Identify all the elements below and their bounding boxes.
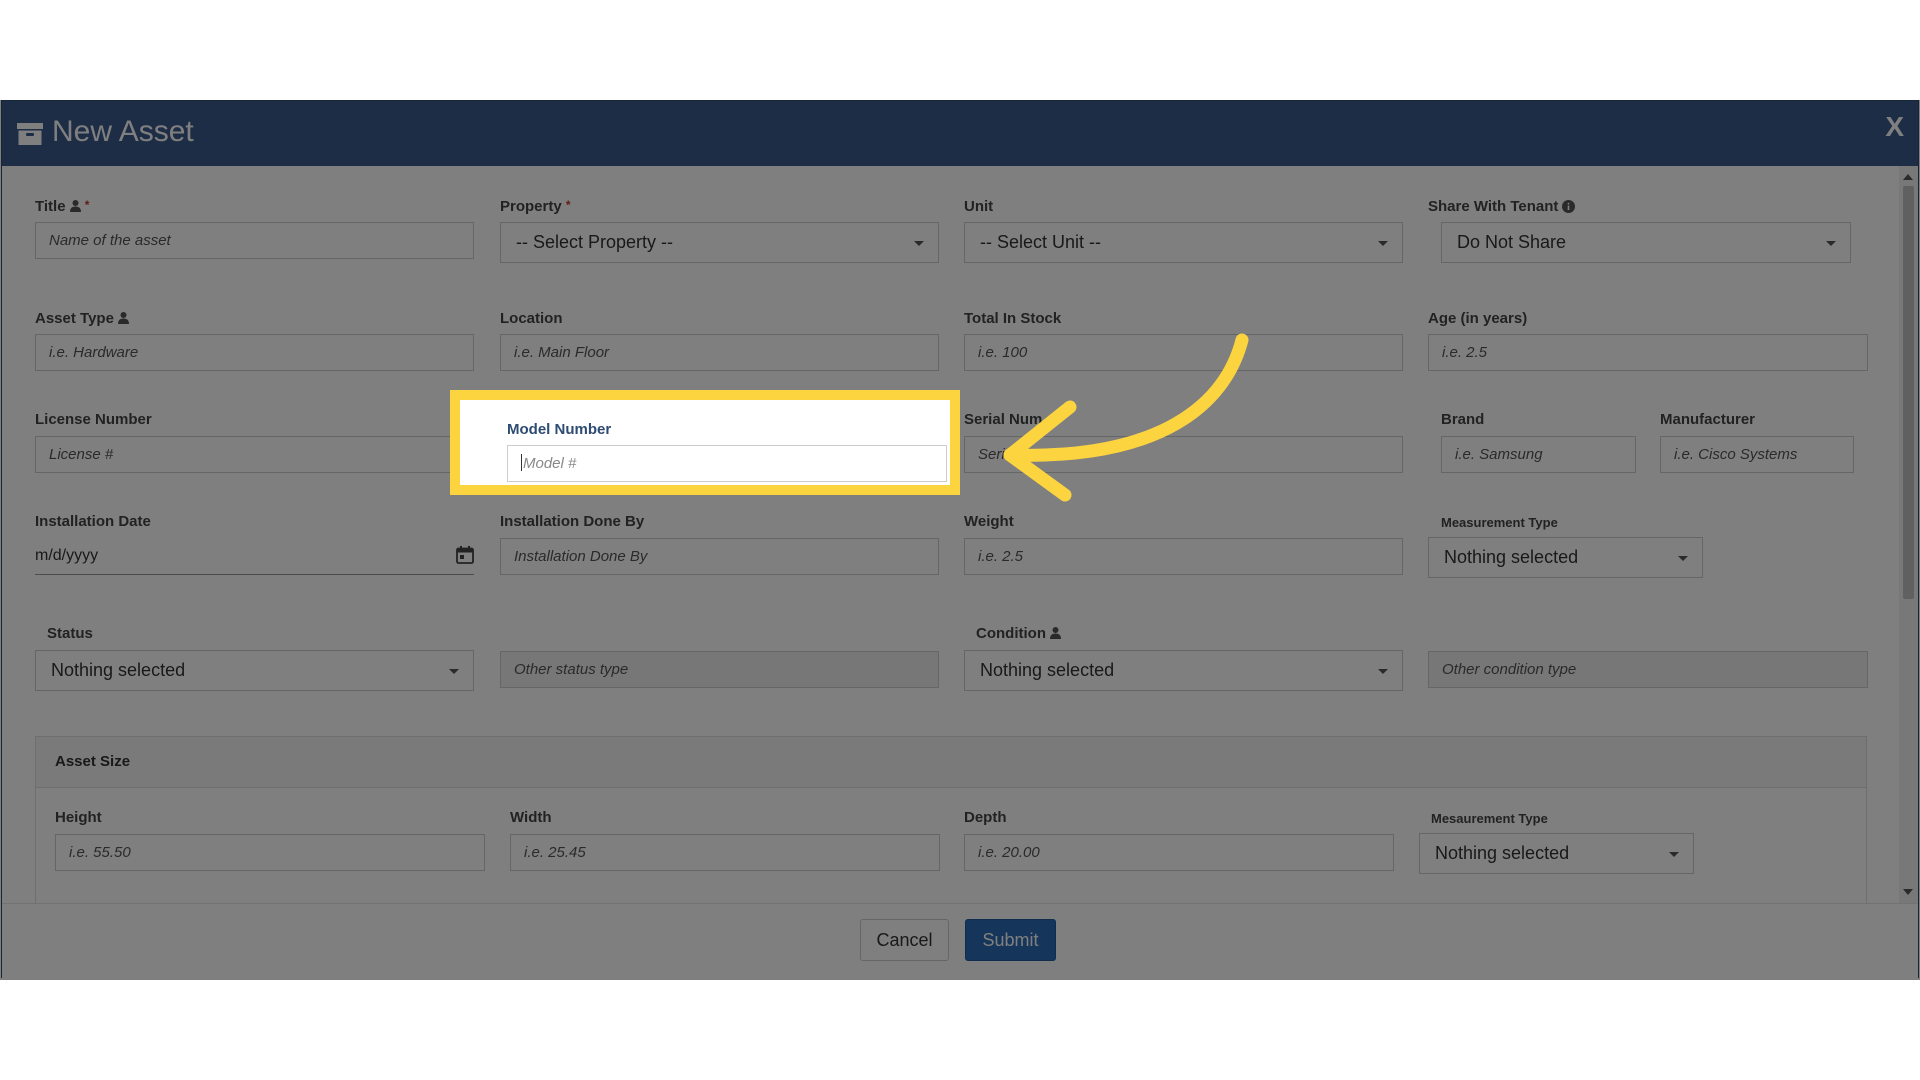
brand-label: Brand [1441,411,1485,428]
chevron-down-icon [1669,852,1679,857]
status-label: Status [47,625,93,642]
scroll-down-icon[interactable] [1903,889,1913,895]
calendar-icon[interactable] [456,546,474,564]
asset-type-input[interactable]: i.e. Hardware [35,334,474,371]
property-select-value: -- Select Property -- [516,232,674,252]
license-number-input[interactable]: License # [35,436,474,473]
unit-label: Unit [964,198,994,215]
model-number-input[interactable]: Model # [507,445,947,482]
user-icon [117,312,129,324]
share-with-tenant-select[interactable]: Do Not Share [1441,222,1851,263]
share-with-tenant-value: Do Not Share [1457,232,1567,252]
measurement-type-select[interactable]: Nothing selected [1428,537,1703,578]
share-with-tenant-label: Share With Tenant [1428,198,1576,215]
total-in-stock-input[interactable]: i.e. 100 [964,334,1403,371]
screen: New Asset X Title * Name of the asset Pr… [0,0,1920,1080]
license-number-label: License Number [35,411,152,428]
scroll-up-icon[interactable] [1903,174,1913,180]
height-input[interactable]: i.e. 55.50 [55,834,485,871]
info-circle-icon[interactable] [1562,200,1576,213]
chevron-down-icon [449,669,459,674]
archive-box-icon [17,123,43,145]
other-condition-input: Other condition type [1428,651,1868,688]
scrollbar-thumb[interactable] [1903,186,1914,599]
age-label: Age (in years) [1428,310,1528,327]
installation-done-by-input[interactable]: Installation Done By [500,538,939,575]
asset-size-title: Asset Size [55,753,131,770]
measurement-type-label: Measurement Type [1441,515,1558,530]
height-label: Height [55,809,102,826]
other-status-input: Other status type [500,651,939,688]
condition-select[interactable]: Nothing selected [964,650,1403,691]
weight-input[interactable]: i.e. 2.5 [964,538,1403,575]
property-label: Property * [500,198,571,215]
location-label: Location [500,310,563,327]
installation-date-label: Installation Date [35,513,151,530]
modal-body: Title * Name of the asset Property * -- … [2,166,1900,903]
chevron-down-icon [1678,556,1688,561]
chevron-down-icon [1826,241,1836,246]
depth-input[interactable]: i.e. 20.00 [964,834,1394,871]
title-label: Title * [35,198,90,215]
modal-header: New Asset X [2,101,1918,166]
chevron-down-icon [914,241,924,246]
model-number-highlight: Model Number Model # [450,390,960,495]
asset-size-panel: Asset Size Height i.e. 55.50 Width i.e. … [35,736,1867,903]
model-number-placeholder: Model # [523,455,577,472]
chevron-down-icon [1378,669,1388,674]
close-button[interactable]: X [1885,111,1904,143]
cancel-button[interactable]: Cancel [860,919,949,961]
total-in-stock-label: Total In Stock [964,310,1062,327]
chevron-down-icon [1378,241,1388,246]
width-label: Width [510,809,552,826]
asset-type-label: Asset Type [35,310,129,327]
property-select[interactable]: -- Select Property -- [500,222,939,263]
condition-label: Condition [976,625,1061,642]
text-cursor [521,454,522,471]
vertical-scrollbar[interactable] [1899,166,1918,903]
mesaurement-type-label: Mesaurement Type [1431,811,1548,826]
modal-title: New Asset [52,115,194,148]
unit-select-value: -- Select Unit -- [980,232,1102,252]
weight-label: Weight [964,513,1014,530]
size-measurement-type-select[interactable]: Nothing selected [1419,833,1694,874]
installation-date-input[interactable]: m/d/yyyy [35,538,474,575]
manufacturer-label: Manufacturer [1660,411,1756,428]
title-input[interactable]: Name of the asset [35,222,474,259]
status-select-value: Nothing selected [51,660,186,680]
installation-date-placeholder: m/d/yyyy [35,547,99,564]
modal-footer: Cancel Submit [2,903,1918,979]
size-measurement-type-value: Nothing selected [1435,843,1570,863]
user-icon [69,200,81,212]
manufacturer-input[interactable]: i.e. Cisco Systems [1660,436,1854,473]
location-input[interactable]: i.e. Main Floor [500,334,939,371]
new-asset-modal: New Asset X Title * Name of the asset Pr… [1,100,1919,979]
unit-select[interactable]: -- Select Unit -- [964,222,1403,263]
serial-number-input[interactable]: Seri [964,436,1403,473]
asset-size-panel-header: Asset Size [36,737,1866,788]
depth-label: Depth [964,809,1007,826]
submit-button[interactable]: Submit [965,919,1056,961]
model-number-label: Model Number [507,421,612,438]
installation-done-by-label: Installation Done By [500,513,645,530]
brand-input[interactable]: i.e. Samsung [1441,436,1636,473]
age-input[interactable]: i.e. 2.5 [1428,334,1868,371]
status-select[interactable]: Nothing selected [35,650,474,691]
width-input[interactable]: i.e. 25.45 [510,834,940,871]
condition-select-value: Nothing selected [980,660,1115,680]
measurement-type-value: Nothing selected [1444,547,1579,567]
serial-number-label: Serial Num [964,411,1043,428]
user-icon [1049,627,1061,639]
